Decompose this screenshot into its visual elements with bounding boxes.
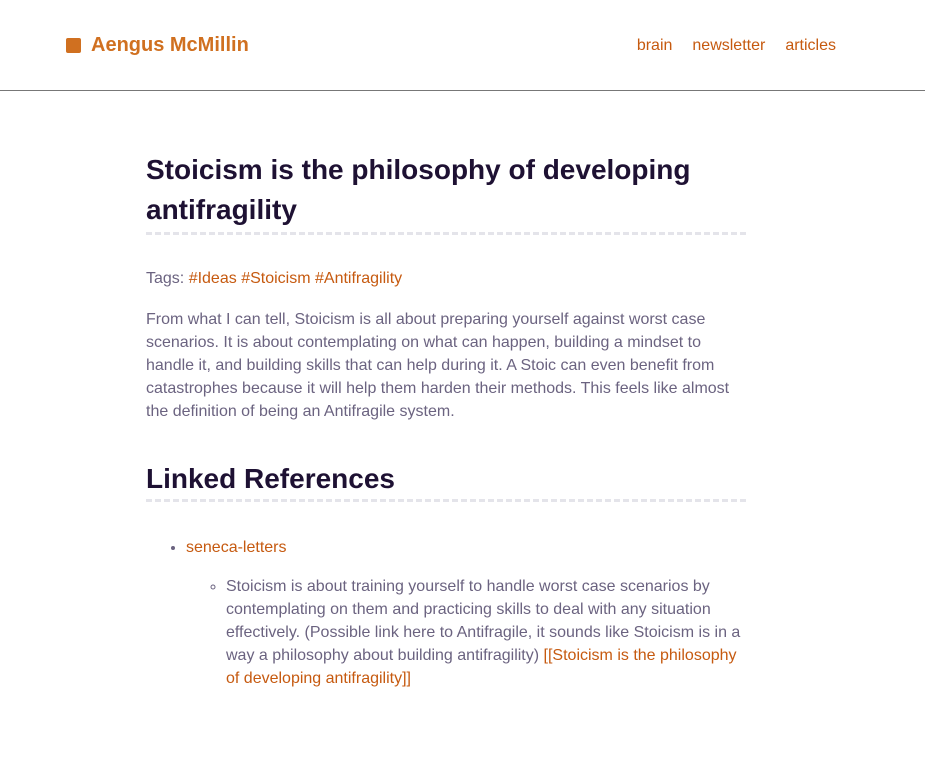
nav-brain-link[interactable]: brain: [637, 36, 673, 56]
reference-link-seneca-letters[interactable]: seneca-letters: [186, 539, 287, 556]
tag-antifragility-link[interactable]: #Antifragility: [315, 270, 402, 287]
tag-ideas-link[interactable]: #Ideas: [189, 270, 237, 287]
main-nav: brain newsletter articles: [637, 36, 836, 56]
brand-home-link[interactable]: Aengus McMillin: [66, 33, 249, 57]
reference-excerpt: Stoicism is about training yourself to h…: [226, 575, 746, 690]
article-body: From what I can tell, Stoicism is all ab…: [146, 311, 730, 420]
site-header: Aengus McMillin brain newsletter article…: [0, 0, 925, 91]
brand-name: Aengus McMillin: [91, 34, 249, 56]
linked-references-list: seneca-letters Stoicism is about trainin…: [146, 536, 746, 690]
linked-references-heading: Linked References: [146, 461, 746, 502]
tag-stoicism-link[interactable]: #Stoicism: [241, 270, 310, 287]
reference-excerpt-list: Stoicism is about training yourself to h…: [186, 575, 746, 690]
tags-line: Tags: #Ideas #Stoicism #Antifragility: [146, 269, 746, 289]
logo-square-icon: [66, 37, 81, 53]
article-content: Stoicism is the philosophy of developing…: [146, 150, 746, 690]
reference-item: seneca-letters Stoicism is about trainin…: [186, 536, 746, 690]
nav-articles-link[interactable]: articles: [785, 36, 836, 56]
page-title: Stoicism is the philosophy of developing…: [146, 150, 746, 235]
nav-newsletter-link[interactable]: newsletter: [692, 36, 765, 56]
tags-label: Tags:: [146, 270, 189, 287]
